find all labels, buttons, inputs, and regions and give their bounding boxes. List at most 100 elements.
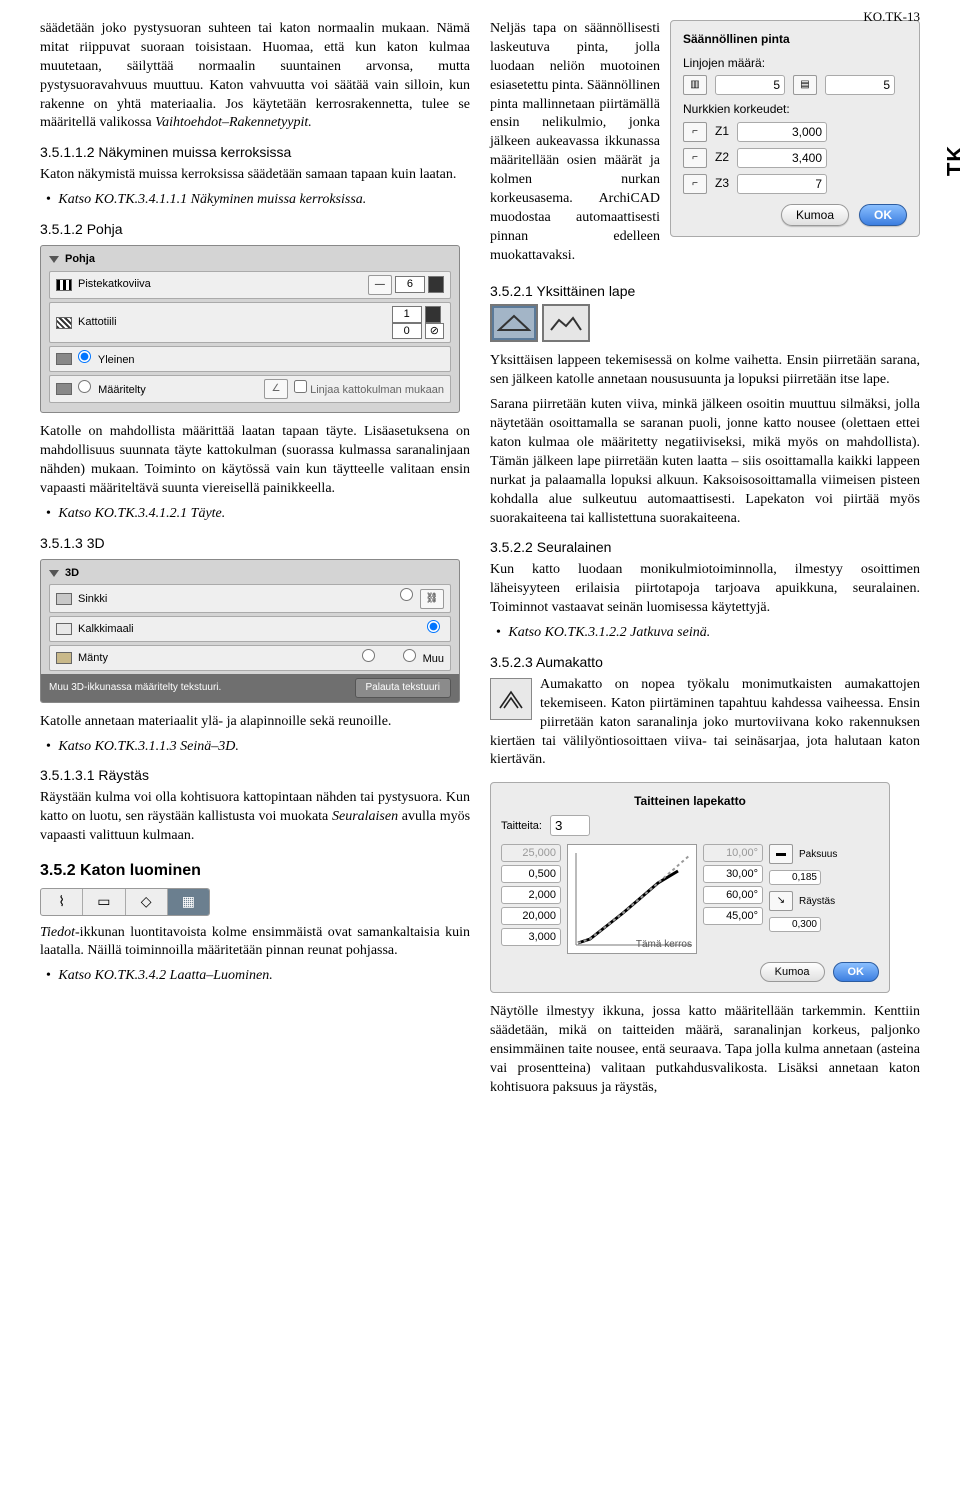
a-input-0[interactable] [703,844,763,862]
taitteinen-lapekatto-dialog: Taitteinen lapekatto Taitteita: [490,782,890,993]
paragraph: Katolle annetaan materiaalit ylä- ja ala… [40,713,470,732]
lines-a-input[interactable] [715,75,785,95]
link-icon[interactable]: ⛓ [420,589,444,609]
creation-mode-toolbar: ⌇ ▭ ◇ ▦ [40,888,210,916]
z3-label: Z3 [715,175,729,191]
a-input-1[interactable] [703,865,763,883]
tool-polyline-icon[interactable]: ⌇ [41,889,83,915]
paragraph: Yksittäisen lappeen tekemisessä on kolme… [490,352,920,390]
paragraph: Näytölle ilmestyy ikkuna, jossa katto mä… [490,1003,920,1097]
dialog-title: Taitteinen lapekatto [501,793,879,809]
cancel-button[interactable]: Kumoa [781,204,849,226]
radio-material[interactable] [362,653,379,665]
regular-surface-dialog: Säännöllinen pinta Linjojen määrä: ▥ ▤ N… [670,20,920,237]
reference-bullet: Katso KO.TK.3.4.1.2.1 Täyte. [40,505,470,524]
cancel-button[interactable]: Kumoa [760,962,825,982]
radio-muu[interactable]: Muu [403,653,444,665]
label: Pistekatkoviiva [78,277,151,292]
material-swatch-icon[interactable] [56,623,72,635]
radio-maaritelty[interactable]: Määritelty [78,380,146,398]
empty-pen-icon[interactable]: ⊘ [425,323,444,340]
roof-profile-chart: Tämä kerros [567,844,697,954]
a-input-2[interactable] [703,886,763,904]
paragraph: Katolle on mahdollista määrittää laatan … [40,423,470,499]
3d-panel: 3D Sinkki ⛓ Kalkkimaali Mänty Muu Muu [40,559,460,703]
paragraph: Sarana piirretään kuten viiva, minkä jäl… [490,396,920,528]
h-input-1[interactable] [501,865,561,883]
footer-text: Muu 3D-ikkunassa määritelty tekstuuri. [49,681,221,695]
heading-3-5-1-3: 3.5.1.3 3D [40,534,470,553]
angles-column [703,844,763,954]
side-tab: TK [940,145,960,176]
tool-rotated-rect-icon[interactable]: ◇ [126,889,168,915]
reference-bullet: Katso KO.TK.3.4.2 Laatta–Luominen. [40,967,470,986]
grid-vert-icon: ▥ [683,75,707,95]
disclosure-triangle-icon[interactable] [49,256,59,263]
label-linjojen: Linjojen määrä: [683,55,907,71]
value-box[interactable]: 6 [395,276,425,293]
label-paksuus: Paksuus [799,848,837,862]
corner-z1-icon: ⌐ [683,122,707,142]
thickness-icon: ▬ [769,844,793,864]
reference-bullet: Katso KO.TK.3.1.2.2 Jatkuva seinä. [490,624,920,643]
multi-slope-icon[interactable] [542,304,590,342]
restore-texture-button[interactable]: Palauta tekstuuri [355,678,452,698]
a-input-3[interactable] [703,907,763,925]
tool-grid-icon[interactable]: ▦ [168,889,209,915]
aumakatto-tool-icon[interactable] [490,678,532,720]
page-header-code: KO.TK-13 [863,8,920,26]
paragraph: säädetään joko pystysuoran suhteen tai k… [40,20,470,133]
reference-bullet: Katso KO.TK.3.1.1.3 Seinä–3D. [40,738,470,757]
heading-3-5-2-1: 3.5.2.1 Yksittäinen lape [490,282,920,301]
align-angle-icon[interactable]: ∠ [264,379,288,399]
pen-swatch[interactable] [428,276,444,293]
taitteita-input[interactable] [550,815,590,836]
lines-b-input[interactable] [825,75,895,95]
h-input-2[interactable] [501,886,561,904]
dialog-title: Säännöllinen pinta [683,31,907,47]
material-swatch-icon[interactable] [56,652,72,664]
single-slope-icon[interactable] [490,304,538,342]
heading-raystas: 3.5.1.3.1 Räystäs [40,766,470,785]
z1-input[interactable] [737,122,827,142]
z1-label: Z1 [715,123,729,139]
h-input-0[interactable] [501,844,561,862]
radio-yleinen[interactable]: Yleinen [78,350,135,368]
heading-3-5-1-1-2: 3.5.1.1.2 Näkyminen muissa kerroksissa [40,143,470,162]
corner-z3-icon: ⌐ [683,174,707,194]
material-label: Mänty [78,651,108,666]
paragraph: Kun katto luodaan monikulmiotoiminnolla,… [490,561,920,618]
h-input-4[interactable] [501,928,561,946]
side-params: ▬ Paksuus ↘ Räystäs [769,844,837,954]
radio-material[interactable] [400,592,417,604]
material-swatch-icon[interactable] [56,593,72,605]
heading-3-5-1-2: 3.5.1.2 Pohja [40,220,470,239]
heading-3-5-2: 3.5.2 Katon luominen [40,860,470,882]
pohja-title: Pohja [65,252,95,267]
ok-button[interactable]: OK [833,962,880,982]
h-input-3[interactable] [501,907,561,925]
pen-swatch[interactable] [425,306,441,323]
pohja-panel: Pohja Pistekatkoviiva — 6 Kattotiili 1 0 [40,245,460,413]
grid-horiz-icon: ▤ [793,75,817,95]
value-box[interactable]: 1 [392,306,422,323]
paragraph: Tiedot-ikkunan luontitavoista kolme ensi… [40,924,470,962]
z2-label: Z2 [715,149,729,165]
paragraph: Räystään kulma voi olla kohtisuora katto… [40,789,470,846]
raystas-input[interactable] [769,917,821,932]
paksuus-input[interactable] [769,870,821,885]
paragraph: Aumakatto on nopea työkalu monimutkaiste… [490,676,920,770]
tool-rectangle-icon[interactable]: ▭ [83,889,125,915]
material-label: Kalkkimaali [78,622,134,637]
checkbox-linjaa[interactable]: Linjaa kattokulman mukaan [294,380,444,398]
disclosure-triangle-icon[interactable] [49,570,59,577]
ok-button[interactable]: OK [859,204,907,226]
fill-style-icon[interactable] [56,317,72,329]
radio-material[interactable] [427,624,444,636]
corner-z2-icon: ⌐ [683,148,707,168]
z3-input[interactable] [737,174,827,194]
line-style-icon[interactable] [56,279,72,291]
z2-input[interactable] [737,148,827,168]
line-preview-icon: — [368,275,392,295]
value-box[interactable]: 0 [392,323,422,340]
